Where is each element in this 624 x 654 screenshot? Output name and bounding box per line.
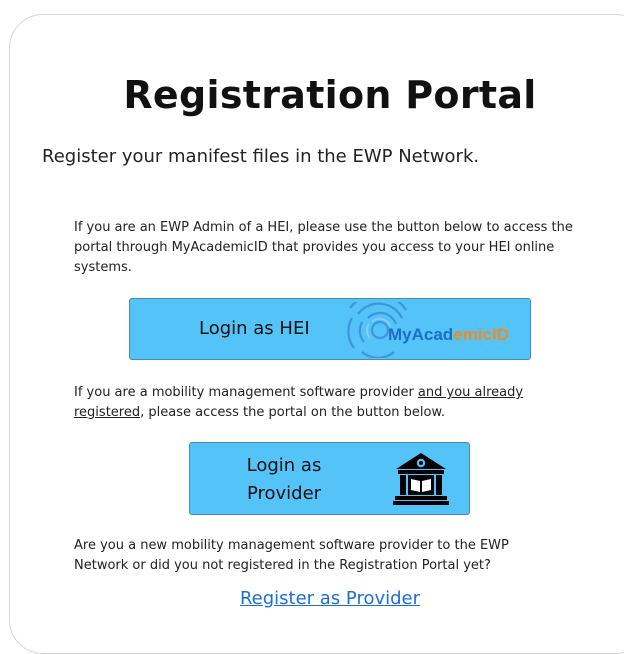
login-provider-label-line2: Provider (246, 483, 322, 504)
login-provider-button[interactable]: Login as Provider (189, 442, 470, 515)
page-subtitle: Register your manifest files in the EWP … (42, 146, 480, 167)
login-provider-label-line1: Login as (246, 455, 322, 476)
myacademicid-logo-icon: MyAcademicID (347, 302, 509, 358)
registration-card: Registration Portal Register your manife… (9, 14, 624, 654)
login-hei-button[interactable]: Login as HEI MyAcademicID (129, 298, 531, 360)
page-title: Registration Portal (123, 73, 537, 117)
logo-text-emph: emic (453, 325, 492, 344)
logo-text-id: ID (492, 325, 509, 344)
new-provider-description: Are you a new mobility management softwa… (74, 538, 509, 573)
logo-text-prefix: MyAcad (388, 325, 453, 344)
login-provider-label: Login as Provider (244, 452, 324, 508)
register-provider-link[interactable]: Register as Provider (10, 588, 624, 609)
login-hei-label: Login as HEI (199, 318, 310, 339)
institution-icon (393, 453, 449, 505)
provider-description-end: , please access the portal on the button… (140, 405, 446, 420)
provider-description: If you are a mobility management softwar… (74, 383, 574, 423)
hei-description: If you are an EWP Admin of a HEI, please… (74, 220, 573, 275)
svg-text:MyAcademicID: MyAcademicID (388, 325, 509, 344)
provider-description-start: If you are a mobility management softwar… (74, 385, 418, 400)
